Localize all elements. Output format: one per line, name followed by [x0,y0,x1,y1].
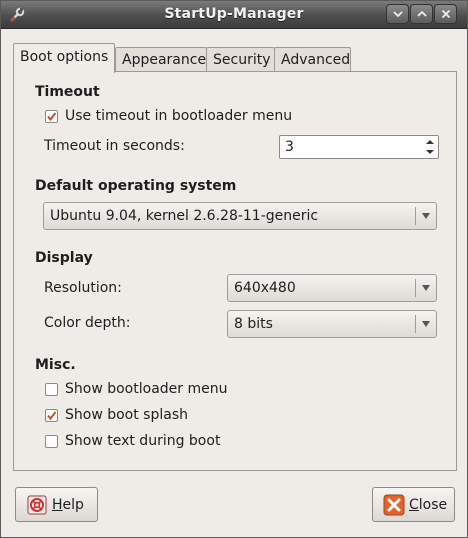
show-text-during-boot-label[interactable]: Show text during boot [65,433,220,449]
tab-boot-options[interactable]: Boot options [13,43,115,73]
spin-arrows-icon[interactable] [422,136,438,158]
dropdown-arrow-icon [422,213,430,219]
maximize-button[interactable] [410,4,433,24]
close-icon [383,494,405,515]
tab-advanced[interactable]: Advanced [274,47,351,73]
dropdown-separator [415,315,416,333]
checkmark-icon [47,112,57,122]
timeout-seconds-value: 3 [285,139,294,155]
default-os-heading: Default operating system [35,178,237,194]
chevron-down-icon [392,11,403,18]
show-text-during-boot-checkbox[interactable] [45,435,58,448]
help-icon [27,495,47,514]
tab-appearance[interactable]: Appearance [115,47,207,73]
timeout-seconds-spinbox[interactable]: 3 [279,135,439,159]
display-heading: Display [35,250,93,266]
misc-heading: Misc. [35,357,76,373]
dropdown-separator [415,207,416,225]
color-depth-value: 8 bits [234,316,273,332]
help-label: Help [52,496,84,513]
timeout-heading: Timeout [35,84,100,100]
default-os-value: Ubuntu 9.04, kernel 2.6.28-11-generic [50,208,319,224]
close-window-button[interactable] [434,4,457,24]
close-icon [441,9,450,19]
dropdown-arrow-icon [422,285,430,291]
chevron-up-icon [416,10,427,17]
show-boot-splash-label[interactable]: Show boot splash [65,407,188,423]
use-timeout-label[interactable]: Use timeout in bootloader menu [65,108,292,124]
tab-security[interactable]: Security [206,47,275,73]
close-label: Close [409,496,448,513]
title-bar[interactable]: StartUp-Manager [1,1,467,29]
show-boot-splash-checkbox[interactable] [45,409,58,422]
default-os-dropdown[interactable]: Ubuntu 9.04, kernel 2.6.28-11-generic [43,202,437,230]
dropdown-separator [415,279,416,297]
timeout-seconds-label: Timeout in seconds: [44,138,185,154]
use-timeout-checkbox[interactable] [45,110,58,123]
checkmark-icon [47,411,57,421]
minimize-button[interactable] [386,4,409,24]
dropdown-arrow-icon [422,321,430,327]
show-bootloader-menu-checkbox[interactable] [45,383,58,396]
color-depth-label: Color depth: [44,315,131,331]
resolution-dropdown[interactable]: 640x480 [227,274,437,302]
resolution-label: Resolution: [44,280,122,296]
startup-manager-window: StartUp-Manager Boot options Appearance … [0,0,468,538]
color-depth-dropdown[interactable]: 8 bits [227,310,437,338]
close-button[interactable]: Close [372,487,455,522]
resolution-value: 640x480 [234,280,296,296]
help-button[interactable]: Help [15,487,98,522]
show-bootloader-menu-label[interactable]: Show bootloader menu [65,381,227,397]
